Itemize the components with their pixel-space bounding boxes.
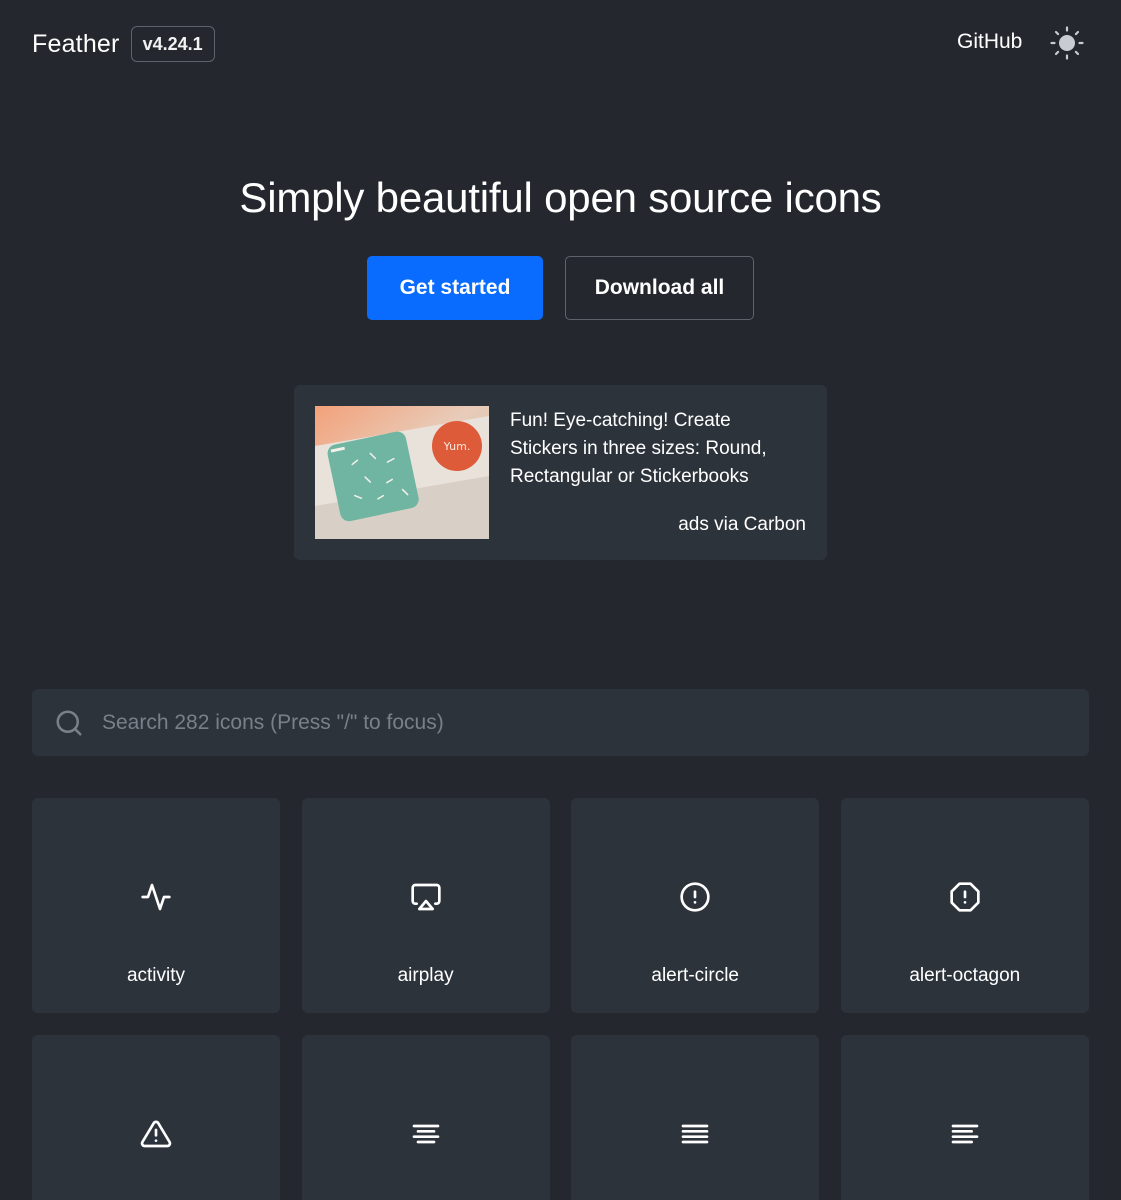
icon-grid: activity airplay alert-circle alert-octa…: [32, 798, 1089, 1200]
icon-tile-activity[interactable]: activity: [32, 798, 280, 1013]
search-box[interactable]: [32, 689, 1089, 756]
icon-tile-label: airplay: [397, 965, 454, 986]
version-badge: v4.24.1: [130, 26, 215, 62]
icon-tile-alert-triangle[interactable]: [32, 1035, 280, 1200]
icon-tile-alert-octagon[interactable]: alert-octagon: [840, 798, 1089, 1013]
theme-toggle-button[interactable]: [1049, 25, 1085, 61]
ad-image[interactable]: Yum.: [315, 406, 489, 539]
align-center-icon: [410, 1118, 442, 1150]
hero-title: Simply beautiful open source icons: [239, 174, 882, 221]
icon-tile-align-center[interactable]: [301, 1035, 550, 1200]
sun-icon: [1050, 26, 1084, 60]
icon-tile-label: alert-circle: [651, 965, 739, 986]
icon-tile-label: activity: [126, 965, 186, 986]
ad-image-brand: Yum.: [443, 440, 471, 453]
align-left-icon: [949, 1118, 981, 1150]
get-started-button[interactable]: Get started: [367, 256, 543, 320]
icon-tile-airplay[interactable]: airplay: [301, 798, 550, 1013]
activity-icon: [140, 881, 172, 913]
top-navbar: Feather v4.24.1 GitHub: [0, 0, 1121, 86]
ad-text[interactable]: Fun! Eye-catching! Create Stickers in th…: [510, 407, 800, 491]
alert-triangle-icon: [140, 1118, 172, 1150]
search-icon: [54, 708, 84, 738]
icon-tile-align-left[interactable]: [840, 1035, 1089, 1200]
search-input[interactable]: [102, 689, 1062, 756]
brand: Feather v4.24.1: [32, 26, 215, 62]
icon-tile-align-justify[interactable]: [571, 1035, 820, 1200]
github-link[interactable]: GitHub: [957, 30, 1022, 54]
download-all-button[interactable]: Download all: [565, 256, 754, 320]
ad-via-carbon[interactable]: ads via Carbon: [678, 514, 806, 536]
icon-tile-alert-circle[interactable]: alert-circle: [571, 798, 820, 1013]
alert-octagon-icon: [949, 881, 981, 913]
alert-circle-icon: [679, 881, 711, 913]
airplay-icon: [410, 881, 442, 913]
carbon-ad[interactable]: Yum. Fun! Eye-catching! Create Stickers …: [294, 385, 827, 560]
align-justify-icon: [679, 1118, 711, 1150]
icon-tile-label: alert-octagon: [909, 965, 1021, 986]
brand-name[interactable]: Feather: [32, 30, 120, 59]
